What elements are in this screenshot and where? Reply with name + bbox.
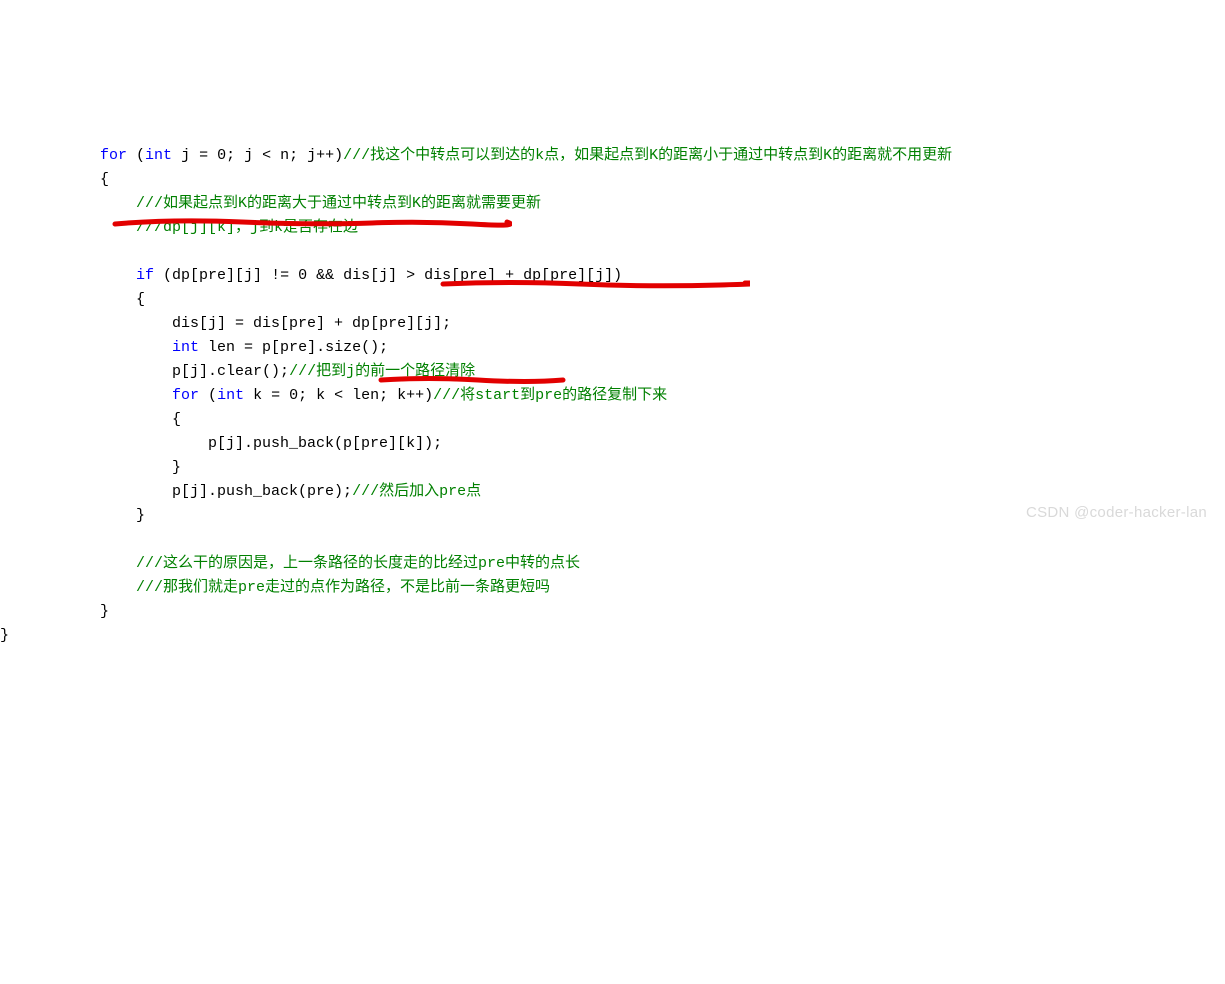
code-line: { <box>28 171 109 188</box>
code-line: for (int k = 0; k < len; k++)///将start到p… <box>28 387 667 404</box>
comment: ///找这个中转点可以到达的k点，如果起点到K的距离小于通过中转点到K的距离就不… <box>343 147 952 164</box>
comment: ///然后加入pre点 <box>352 483 481 500</box>
keyword-for: for <box>100 147 136 164</box>
code-line: if (dp[pre][j] != 0 && dis[j] > dis[pre]… <box>28 267 622 284</box>
code-line <box>28 243 37 260</box>
comment: ///这么干的原因是，上一条路径的长度走的比经过pre中转的点长 <box>136 555 580 572</box>
comment: ///那我们就走pre走过的点作为路径，不是比前一条路更短吗 <box>136 579 550 596</box>
comment: ///把到j的前一个路径清除 <box>289 363 475 380</box>
watermark: CSDN @coder-hacker-lan <box>1026 501 1207 525</box>
code-line: } <box>28 603 109 620</box>
keyword-for: for <box>172 387 208 404</box>
code-line: { <box>28 411 181 428</box>
code-line: ///那我们就走pre走过的点作为路径，不是比前一条路更短吗 <box>28 579 550 596</box>
comment: ///dp[j][k]，j到k是否存在边 <box>136 219 358 236</box>
code-line: p[j].push_back(p[pre][k]); <box>28 435 442 452</box>
code-line: p[j].clear();///把到j的前一个路径清除 <box>28 363 475 380</box>
code-line: ///这么干的原因是，上一条路径的长度走的比经过pre中转的点长 <box>28 555 580 572</box>
code-line: } <box>28 459 181 476</box>
code-line: { <box>28 291 145 308</box>
keyword-int: int <box>217 387 244 404</box>
code-line <box>28 531 37 548</box>
code-line: } <box>0 627 9 644</box>
code-line: ///如果起点到K的距离大于通过中转点到K的距离就需要更新 <box>28 195 541 212</box>
code-line: for (int j = 0; j < n; j++)///找这个中转点可以到达… <box>28 147 952 164</box>
code-line: ///dp[j][k]，j到k是否存在边 <box>28 219 358 236</box>
code-line: int len = p[pre].size(); <box>28 339 388 356</box>
keyword-int: int <box>145 147 172 164</box>
keyword-int: int <box>172 339 199 356</box>
code-line-partial <box>28 123 100 140</box>
comment: ///如果起点到K的距离大于通过中转点到K的距离就需要更新 <box>136 195 541 212</box>
comment: ///将start到pre的路径复制下来 <box>433 387 667 404</box>
code-line: } <box>28 507 145 524</box>
code-line: p[j].push_back(pre);///然后加入pre点 <box>28 483 481 500</box>
code-block: for (int j = 0; j < n; j++)///找这个中转点可以到达… <box>0 96 1225 648</box>
code-line: dis[j] = dis[pre] + dp[pre][j]; <box>28 315 451 332</box>
keyword-if: if <box>136 267 163 284</box>
